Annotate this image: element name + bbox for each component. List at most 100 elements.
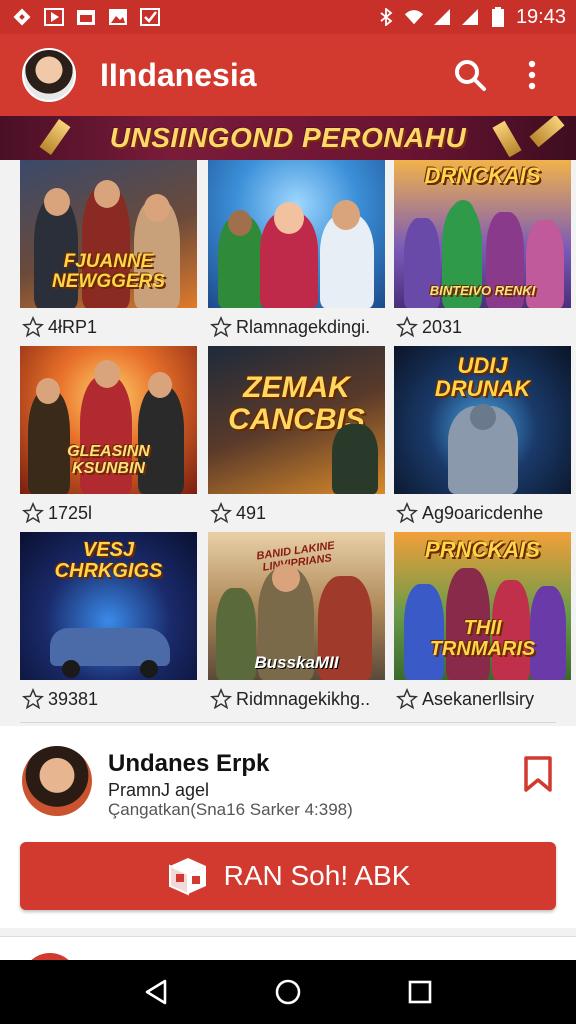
more-options-button[interactable] [510,53,554,97]
game-tile[interactable]: PRNCKAIS THII TRNMARIS Asekanerllsiry [394,532,571,718]
play-icon [44,8,64,26]
bookmark-icon [524,756,552,792]
game-stat: 2031 [422,316,463,337]
image-icon [108,8,128,26]
game-caption: Asekanerllsiry [394,680,571,718]
star-icon[interactable] [396,502,418,524]
game-art-subtitle: THII TRNMARIS [429,617,536,660]
game-tile[interactable]: VESJ CHRKGIGS 39381 [20,532,197,718]
game-stat: 491 [236,502,267,523]
game-thumbnail: PRNCKAIS THII TRNMARIS [394,532,571,680]
game-tile[interactable]: UDIJ DRUNAK Ag9oaricdenhe [394,346,571,532]
divider [20,722,556,723]
game-tile[interactable]: ZEMAK CANCBIS 491 [208,346,385,532]
home-icon [275,979,301,1005]
back-icon [145,979,167,1005]
game-thumbnail: FJUANNE NEWGGERS [20,160,197,308]
star-icon[interactable] [210,316,232,338]
star-icon[interactable] [396,688,418,710]
folder-icon [76,8,96,26]
game-thumbnail: BANID LAKINE LINVIPRIANS BusskaMII [208,532,385,680]
status-left-icons [12,8,160,26]
back-button[interactable] [136,972,176,1012]
game-tile[interactable]: DRNCKAIS BINTEIVO RENKI 2031 [394,160,571,346]
game-art-title: GLEASINN KSUNBIN [67,443,150,477]
game-subtitle: PramnJ agel [108,780,210,800]
confetti-decoration [39,119,71,155]
star-icon[interactable] [210,502,232,524]
game-art-title: DRNCKAIS [424,163,541,188]
signal-icon [460,8,480,26]
game-thumbnail: ZEMAK CANCBIS [208,346,385,494]
game-stat: Asekanerllsiry [422,688,535,709]
home-button[interactable] [268,972,308,1012]
system-nav-bar [0,960,576,1024]
app-bar: IIndanesia [0,34,576,116]
search-icon [455,60,486,91]
star-icon[interactable] [210,688,232,710]
game-tile[interactable]: Rlamnagekdingi. [208,160,385,346]
developer-avatar [22,746,92,816]
game-stat: Rlamnagekdingi. [236,316,371,337]
banner-title: UNSIINGOND PERONAHU [109,122,467,153]
gift-box-icon [168,858,206,896]
more-vert-icon [528,60,536,90]
confetti-decoration [492,120,522,158]
game-caption: Ridmnagekikhg.. [208,680,385,718]
game-stat: 1725l [48,502,93,523]
game-art-title: PRNCKAIS [425,537,540,562]
status-right-icons: 19:43 [376,6,566,29]
star-icon[interactable] [22,502,44,524]
game-tile[interactable]: FJUANNE NEWGGERS 4łRP1 [20,160,197,346]
game-caption: 491 [208,494,385,532]
game-stat: 39381 [48,688,99,709]
game-thumbnail: VESJ CHRKGIGS [20,532,197,680]
game-stat: Ridmnagekikhg.. [236,688,371,709]
app-screen: 19:43 IIndanesia UNSIINGOND PERONAHU FJU… [0,0,576,1024]
game-caption: Rlamnagekdingi. [208,308,385,346]
wifi-icon [404,8,424,26]
star-icon[interactable] [22,316,44,338]
game-caption: 39381 [20,680,197,718]
game-meta: Çangatkan(Sna16 Sarker 4:398) [108,800,353,819]
game-detail-card: Undanes Erpk PramnJ agel Çangatkan(Sna16… [0,726,576,928]
game-tile[interactable]: BANID LAKINE LINVIPRIANS BusskaMII Ridmn… [208,532,385,718]
app-title: IIndanesia [100,56,257,93]
recents-icon [408,980,432,1004]
status-time: 19:43 [515,5,566,28]
play-now-label: RAN Soh! ABK [223,860,411,891]
game-caption: 4łRP1 [20,308,197,346]
search-button[interactable] [448,53,492,97]
game-art-title: UDIJ DRUNAK [434,353,531,402]
game-thumbnail: GLEASINN KSUNBIN [20,346,197,494]
star-icon[interactable] [22,688,44,710]
notification-icon [12,8,32,26]
game-thumbnail: DRNCKAIS BINTEIVO RENKI [394,160,571,308]
game-caption: 2031 [394,308,571,346]
game-art-subtitle: BINTEIVO RENKI [429,283,536,298]
game-tile[interactable]: GLEASINN KSUNBIN 1725l [20,346,197,532]
profile-avatar[interactable] [22,48,76,102]
signal-icon [432,8,452,26]
battery-icon [488,7,508,27]
bookmark-button[interactable] [520,754,556,794]
game-art-title: VESJ CHRKGIGS [54,539,163,582]
game-caption: 1725l [20,494,197,532]
game-thumbnail: UDIJ DRUNAK [394,346,571,494]
game-art-title: FJUANNE NEWGGERS [52,251,165,292]
game-thumbnail [208,160,385,308]
play-now-button[interactable]: RAN Soh! ABK [20,842,556,910]
game-art-subtitle: BusskaMII [254,653,339,672]
game-stat: 4łRP1 [48,316,98,337]
next-card-peek [0,928,576,1009]
game-stat: Ag9oaricdenhe [422,502,544,523]
recents-button[interactable] [400,972,440,1012]
game-title: Undanes Erpk [108,750,270,777]
check-icon [140,8,160,26]
confetti-decoration [529,116,565,148]
star-icon[interactable] [396,316,418,338]
promo-banner[interactable]: UNSIINGOND PERONAHU [0,116,576,160]
game-caption: Ag9oaricdenhe [394,494,571,532]
status-bar: 19:43 [0,0,576,34]
bluetooth-icon [376,8,396,26]
